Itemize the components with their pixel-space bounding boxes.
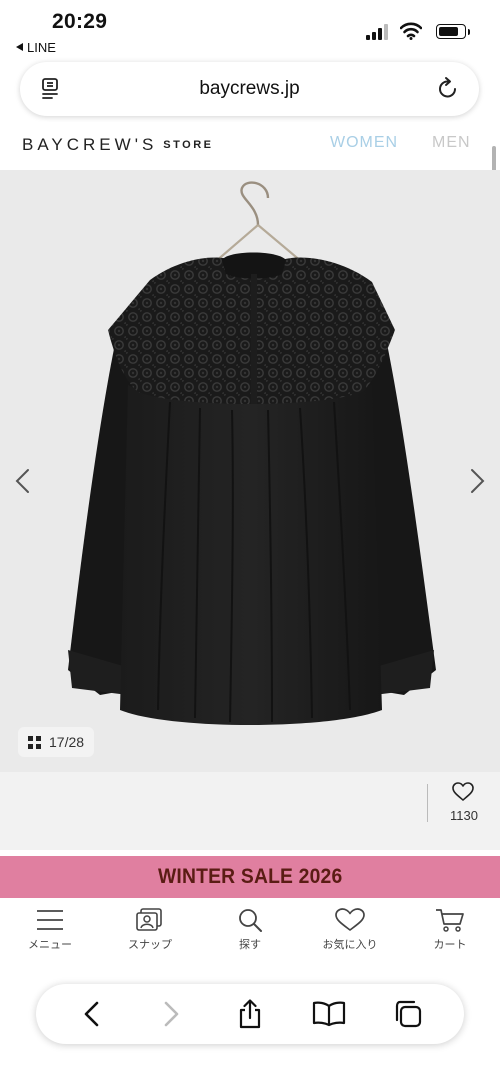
tabs-button[interactable] bbox=[386, 992, 430, 1036]
tab-cart[interactable]: カート bbox=[400, 898, 500, 968]
wifi-icon bbox=[400, 22, 422, 40]
image-counter-text: 17/28 bbox=[49, 734, 85, 750]
favorite-count: 1130 bbox=[450, 808, 478, 823]
clock: 20:29 bbox=[52, 10, 108, 33]
reload-icon[interactable] bbox=[437, 76, 459, 100]
back-triangle-icon bbox=[16, 43, 23, 51]
tab-search[interactable]: 探す bbox=[200, 898, 300, 968]
bottom-tab-bar: メニュー スナップ 探す お気に入り カート bbox=[0, 898, 500, 968]
nav-women[interactable]: WOMEN bbox=[330, 134, 398, 152]
status-bar: 20:29 LINE bbox=[0, 0, 500, 56]
share-button[interactable] bbox=[228, 992, 272, 1036]
product-photo bbox=[68, 181, 436, 725]
tab-search-label: 探す bbox=[239, 939, 261, 951]
battery-icon bbox=[436, 24, 470, 39]
divider bbox=[427, 784, 428, 822]
search-icon bbox=[239, 909, 262, 932]
site-logo[interactable]: BAYCREW'S STORE bbox=[22, 135, 213, 155]
url-text: baycrews.jp bbox=[199, 78, 300, 99]
site-header: BAYCREW'S STORE WOMEN MEN bbox=[0, 122, 500, 170]
tabs-icon bbox=[396, 1000, 422, 1028]
next-image-arrow-icon[interactable] bbox=[466, 467, 488, 495]
browser-toolbar bbox=[36, 984, 464, 1044]
nav-men[interactable]: MEN bbox=[432, 134, 471, 152]
tab-favorites-label: お気に入り bbox=[322, 939, 378, 951]
browser-forward-button[interactable] bbox=[149, 992, 193, 1036]
tab-snap-label: スナップ bbox=[128, 939, 172, 951]
tab-snap[interactable]: スナップ bbox=[100, 898, 200, 968]
thumbnail-grid-icon bbox=[28, 735, 41, 749]
back-to-app-link[interactable]: LINE bbox=[16, 40, 56, 55]
sale-banner-text: WINTER SALE 2026 bbox=[157, 865, 343, 888]
share-icon bbox=[239, 999, 261, 1029]
snap-icon bbox=[136, 908, 162, 931]
tab-menu-label: メニュー bbox=[28, 939, 72, 951]
tab-favorites[interactable]: お気に入り bbox=[300, 898, 400, 968]
favorite-heart-icon[interactable] bbox=[452, 782, 474, 802]
back-app-label: LINE bbox=[27, 40, 56, 55]
logo-suffix: STORE bbox=[163, 139, 214, 151]
sale-banner[interactable]: WINTER SALE 2026 bbox=[0, 856, 500, 898]
address-bar[interactable]: baycrews.jp bbox=[20, 62, 479, 116]
cart-icon bbox=[436, 909, 464, 932]
prev-image-arrow-icon[interactable] bbox=[12, 467, 34, 495]
image-counter[interactable]: 17/28 bbox=[18, 727, 95, 757]
browser-back-button[interactable] bbox=[70, 992, 114, 1036]
product-image-gallery[interactable] bbox=[0, 170, 500, 772]
tab-cart-label: カート bbox=[433, 939, 467, 951]
favorite-row: 1130 bbox=[0, 772, 500, 850]
bookmarks-icon bbox=[313, 1001, 346, 1027]
logo-text: BAYCREW'S bbox=[22, 135, 158, 154]
menu-icon bbox=[37, 910, 63, 930]
forward-icon bbox=[164, 1001, 179, 1027]
bookmarks-button[interactable] bbox=[307, 992, 351, 1036]
back-icon bbox=[84, 1001, 98, 1027]
cellular-signal-icon bbox=[366, 24, 388, 40]
tab-menu[interactable]: メニュー bbox=[0, 898, 100, 968]
heart-icon bbox=[335, 908, 365, 931]
